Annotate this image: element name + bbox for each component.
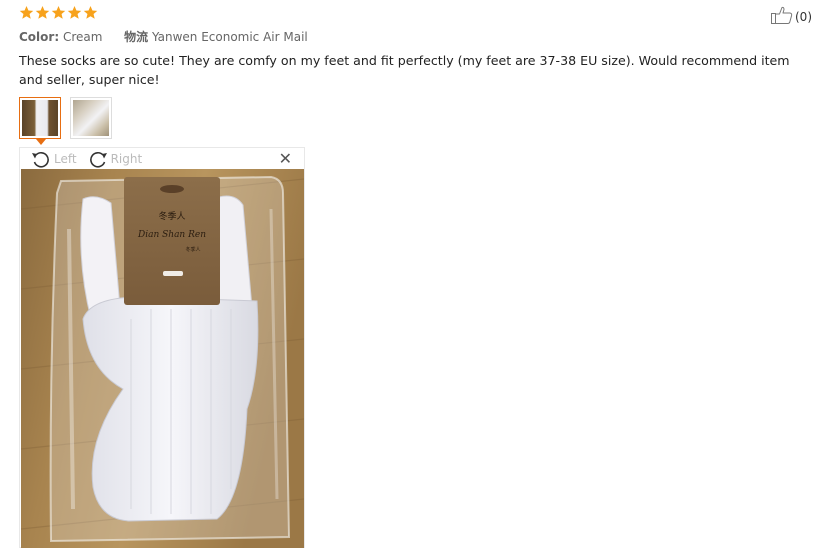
star-icon xyxy=(67,5,82,20)
review-photo: 冬季人 Dian Shan Ren 冬季人 xyxy=(21,169,304,548)
rotate-left-label: Left xyxy=(54,151,77,166)
package-brand-small: 冬季人 xyxy=(185,246,200,253)
review-attributes: Color: Cream 物流 Yanwen Economic Air Mail xyxy=(19,28,308,45)
color-value: Cream xyxy=(62,30,103,44)
rotate-right-icon xyxy=(87,150,109,168)
star-icon xyxy=(35,5,50,20)
color-label: Color: xyxy=(19,30,60,44)
package-brand-top: 冬季人 xyxy=(158,210,185,222)
helpful-button[interactable]: (0) xyxy=(771,6,812,27)
star-icon xyxy=(19,5,34,20)
close-icon[interactable]: ✕ xyxy=(279,149,292,169)
thumbnail-2[interactable] xyxy=(70,97,112,139)
thumbnail-1[interactable] xyxy=(19,97,61,145)
rotate-left-icon xyxy=(30,150,52,168)
shipping-value: Yanwen Economic Air Mail xyxy=(151,30,308,44)
package-brand-script: Dian Shan Ren xyxy=(137,230,206,240)
rotate-right-label: Right xyxy=(110,151,143,166)
shipping-label: 物流 xyxy=(124,30,149,44)
rating-stars xyxy=(19,5,98,20)
viewer-toolbar: Left Right ✕ xyxy=(20,148,304,169)
image-viewer: Left Right ✕ 冬季人 Dian Shan Ren 冬季人 xyxy=(19,147,305,548)
helpful-count: (0) xyxy=(795,9,812,24)
thumbs-up-icon xyxy=(771,6,793,27)
rotate-right-button[interactable]: Right xyxy=(87,150,143,168)
review-text: These socks are so cute! They are comfy … xyxy=(19,53,790,87)
review-thumbnails xyxy=(19,97,112,145)
star-icon xyxy=(51,5,66,20)
star-icon xyxy=(83,5,98,20)
rotate-left-button[interactable]: Left xyxy=(30,150,77,168)
